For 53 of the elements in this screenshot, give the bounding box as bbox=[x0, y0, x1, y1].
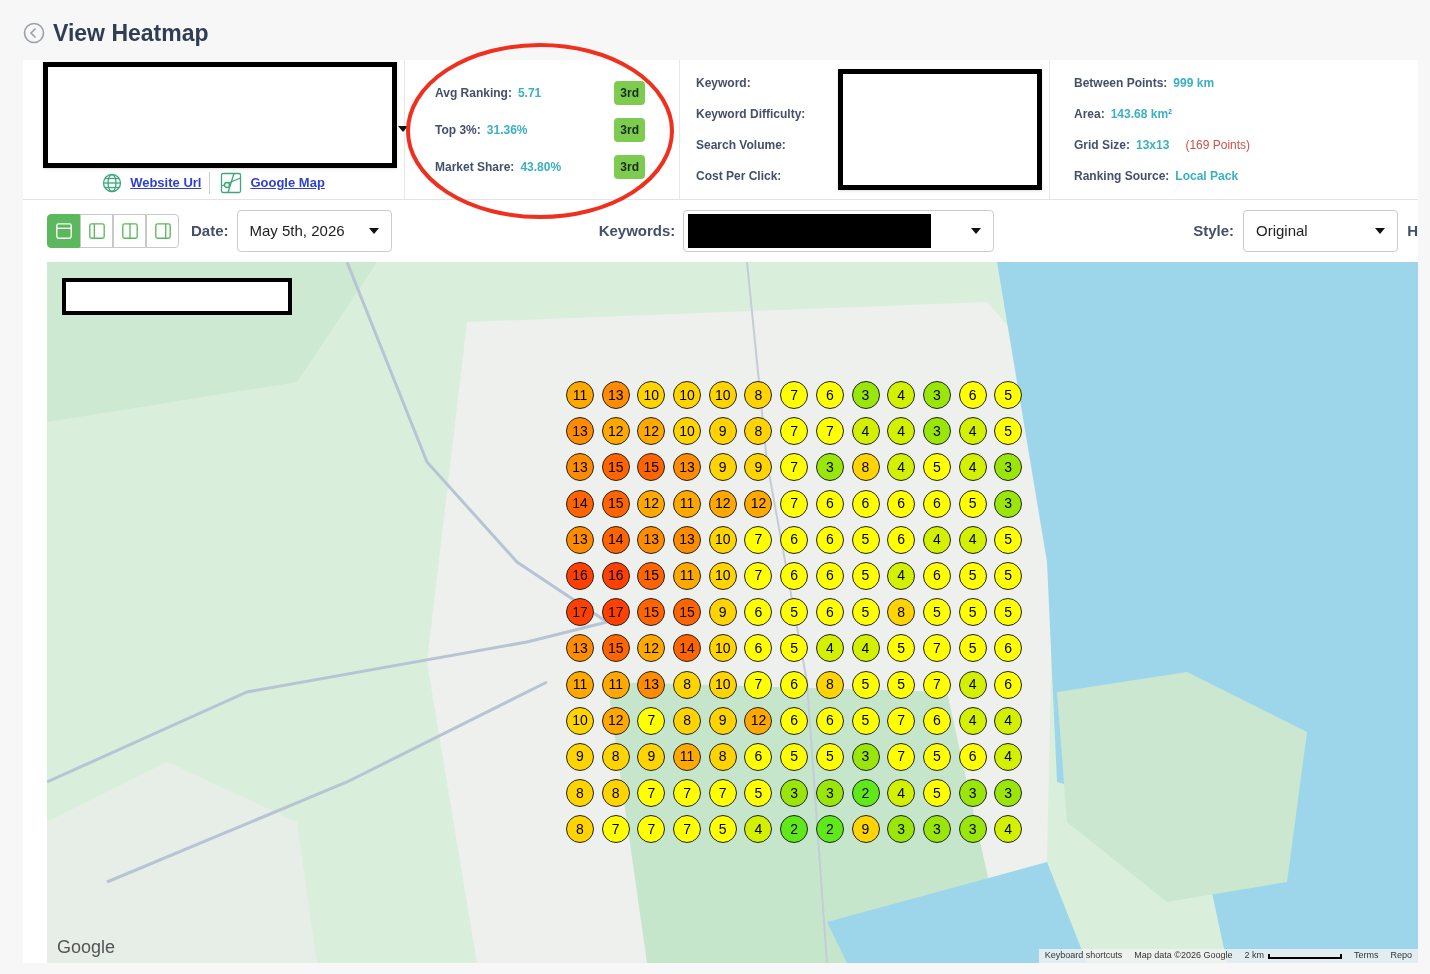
info-label: Area: bbox=[1074, 106, 1105, 123]
layout-icon bbox=[153, 222, 172, 240]
scale-label: 2 km bbox=[1244, 949, 1264, 963]
stat-value: 31.36% bbox=[486, 121, 528, 139]
keyword-dropdown[interactable] bbox=[683, 210, 995, 252]
attribution-text[interactable]: Terms bbox=[1354, 949, 1379, 963]
link[interactable]: Website Url bbox=[130, 173, 202, 193]
keyword-label: Keyword: bbox=[696, 75, 752, 92]
style-label: Style: bbox=[1193, 220, 1234, 241]
attribution-text[interactable]: Repo bbox=[1390, 949, 1412, 963]
info-value: 13x13 bbox=[1136, 137, 1170, 154]
keyword-label: Search Volume: bbox=[696, 137, 787, 154]
layout-icon bbox=[87, 222, 106, 240]
view-toggle[interactable] bbox=[80, 214, 113, 248]
rank-badge: 3rd bbox=[614, 154, 645, 179]
stat-value: 5.71 bbox=[517, 84, 542, 102]
stat-value: 43.80% bbox=[520, 158, 562, 176]
caret-icon bbox=[368, 228, 379, 234]
caret-icon bbox=[398, 126, 408, 132]
keywords-label: Keywords: bbox=[598, 220, 676, 241]
rank-badge: 3rd bbox=[614, 80, 645, 105]
info-note: (169 Points) bbox=[1185, 137, 1251, 154]
info-label: Grid Size: bbox=[1074, 137, 1130, 154]
keyword-label: Cost Per Click: bbox=[696, 168, 783, 185]
map-logo: Google bbox=[57, 936, 116, 959]
view-toggle[interactable] bbox=[47, 214, 80, 248]
info-value: 143.68 km² bbox=[1110, 106, 1173, 123]
date-dropdown[interactable]: May 5th, 2026 bbox=[236, 210, 392, 252]
map-icon bbox=[220, 172, 243, 194]
info-value: 999 km bbox=[1173, 75, 1215, 92]
caret-icon bbox=[1375, 228, 1386, 234]
toolbar-label: H bbox=[1407, 220, 1418, 241]
layout-icon bbox=[120, 222, 139, 240]
stat-label: Avg Ranking: bbox=[435, 84, 512, 102]
stat-label: Market Share: bbox=[435, 158, 515, 176]
keyword-label: Keyword Difficulty: bbox=[696, 106, 807, 123]
info-value: Local Pack bbox=[1175, 168, 1239, 185]
stat-label: Top 3%: bbox=[435, 121, 481, 139]
globe-icon bbox=[102, 173, 123, 193]
date-label: Date: bbox=[191, 220, 229, 241]
info-label: Ranking Source: bbox=[1074, 168, 1170, 185]
layout-icon bbox=[54, 222, 73, 240]
back-icon[interactable] bbox=[23, 22, 45, 44]
link[interactable]: Google Map bbox=[250, 173, 325, 193]
rank-badge: 3rd bbox=[614, 117, 645, 142]
view-toggle[interactable] bbox=[146, 214, 179, 248]
view-toggle[interactable] bbox=[113, 214, 146, 248]
info-label: Between Points: bbox=[1074, 75, 1168, 92]
style-dropdown[interactable]: Original bbox=[1243, 210, 1399, 252]
attribution-text[interactable]: Map data ©2026 Google bbox=[1134, 949, 1233, 963]
page-title: View Heatmap bbox=[53, 18, 209, 48]
caret-icon bbox=[971, 228, 982, 234]
attribution-text[interactable]: Keyboard shortcuts bbox=[1044, 949, 1123, 963]
